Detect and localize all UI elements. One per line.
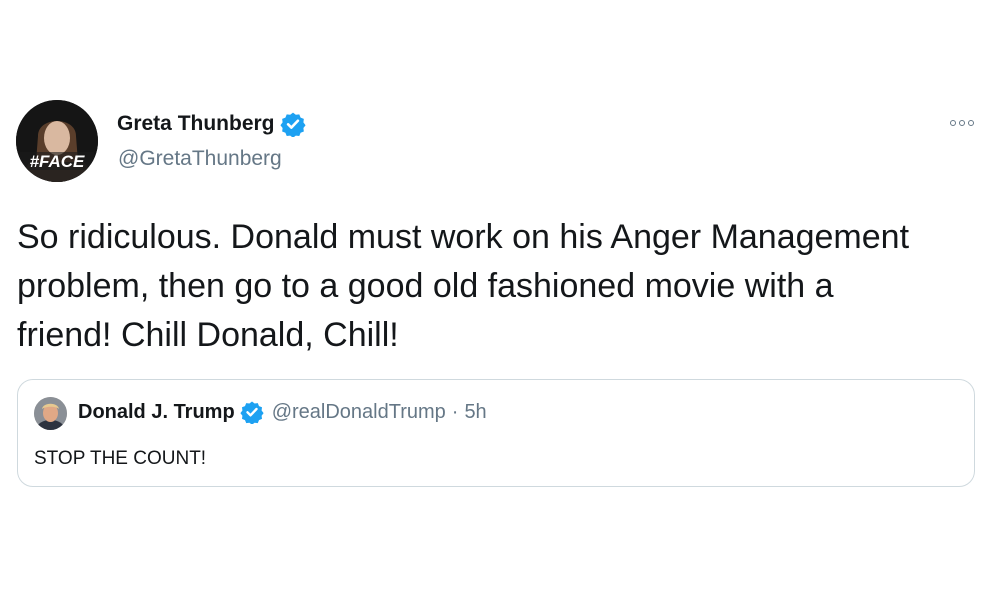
more-options-icon — [950, 120, 956, 126]
author-name-row: Greta Thunberg — [117, 111, 306, 137]
tweet-text: So ridiculous. Donald must work on his A… — [17, 218, 910, 354]
quoted-tweet-text: STOP THE COUNT! — [34, 448, 207, 469]
quoted-avatar-image — [34, 397, 67, 430]
author-name[interactable]: Greta Thunberg — [117, 112, 275, 136]
quoted-author-handle[interactable]: @realDonaldTrump — [272, 401, 446, 424]
tweet-card: #FACE Greta Thunberg @GretaThunberg So r… — [0, 0, 1000, 600]
author-avatar[interactable]: #FACE — [16, 100, 98, 182]
more-options-icon — [968, 120, 974, 126]
quoted-tweet[interactable]: Donald J. Trump @realDonaldTrump · 5h ST… — [17, 379, 975, 487]
author-handle[interactable]: @GretaThunberg — [118, 147, 282, 171]
more-options-icon — [959, 120, 965, 126]
verified-badge-icon — [279, 112, 306, 137]
avatar-overlay-text: #FACE — [30, 152, 85, 171]
avatar-image: #FACE — [16, 100, 98, 182]
quoted-separator: · — [451, 400, 459, 423]
quoted-header: Donald J. Trump @realDonaldTrump · 5h — [78, 400, 487, 424]
verified-badge-icon — [240, 401, 264, 424]
quoted-timestamp[interactable]: 5h — [464, 401, 486, 424]
quoted-author-avatar[interactable] — [34, 397, 67, 430]
more-options-button[interactable] — [944, 114, 980, 132]
quoted-author-name[interactable]: Donald J. Trump — [78, 401, 235, 424]
